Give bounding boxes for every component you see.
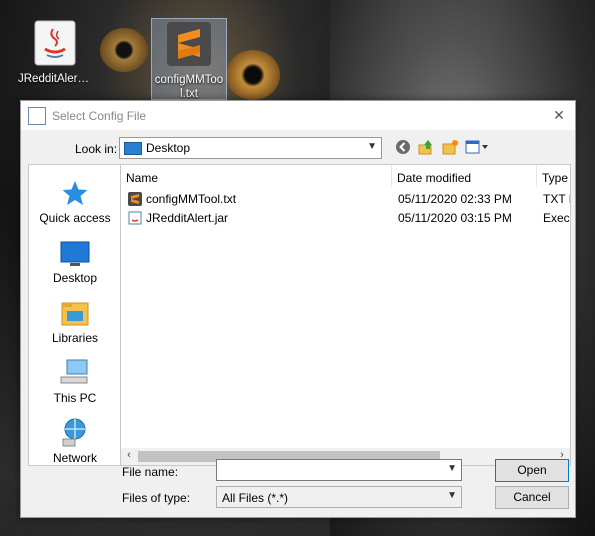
place-label: Libraries — [51, 331, 99, 345]
file-name: JRedditAlert.jar — [146, 211, 229, 225]
close-icon[interactable]: ✕ — [543, 107, 575, 124]
chevron-down-icon: ▼ — [367, 141, 377, 152]
wallpaper-eye-right — [226, 50, 280, 100]
column-header-date[interactable]: Date modified — [392, 165, 537, 187]
column-header-name[interactable]: Name — [121, 165, 392, 187]
file-chooser-dialog: Select Config File ✕ Look in: Desktop ▼ — [20, 100, 576, 518]
back-icon — [396, 140, 410, 154]
desktop-icon-label: configMMTool.txt — [154, 74, 224, 100]
files-of-type-value: All Files (*.*) — [222, 491, 289, 505]
view-menu-button[interactable] — [464, 137, 490, 157]
file-type: TXT F — [543, 192, 570, 206]
sublime-icon — [128, 192, 142, 209]
dialog-title: Select Config File — [52, 108, 147, 123]
view-menu-icon — [465, 140, 488, 154]
place-network[interactable]: Network — [29, 417, 121, 465]
look-in-label: Look in: — [75, 142, 118, 156]
file-type: Execu — [543, 211, 570, 225]
chevron-down-icon[interactable]: ▼ — [447, 463, 457, 474]
title-bar: Select Config File ✕ — [21, 101, 575, 130]
computer-icon — [60, 359, 88, 384]
desktop-icon — [60, 241, 90, 266]
up-folder-button[interactable] — [416, 137, 436, 157]
column-header-type[interactable]: Type — [537, 165, 570, 187]
network-icon — [62, 418, 86, 447]
up-folder-icon — [418, 140, 432, 155]
place-libraries[interactable]: Libraries — [29, 297, 121, 345]
libraries-icon — [61, 302, 89, 326]
places-bar: Quick access Desktop Libraries This PC N… — [28, 164, 121, 466]
desktop-icon-jredditalert[interactable]: JRedditAlert.jar — [18, 18, 92, 88]
back-button[interactable] — [393, 137, 413, 157]
look-in-row: Look in: Desktop ▼ — [21, 137, 575, 159]
open-button[interactable]: Open — [495, 459, 569, 482]
look-in-value: Desktop — [146, 141, 191, 155]
scroll-left-icon[interactable]: ‹ — [121, 449, 137, 464]
sublime-file-icon — [164, 19, 214, 69]
cancel-button[interactable]: Cancel — [495, 486, 569, 509]
new-folder-button[interactable] — [440, 137, 460, 157]
file-date: 05/11/2020 02:33 PM — [398, 192, 512, 206]
place-label: Network — [52, 451, 97, 465]
star-icon — [62, 181, 88, 205]
new-folder-icon — [442, 140, 458, 155]
file-date: 05/11/2020 03:15 PM — [398, 211, 512, 225]
place-quick-access[interactable]: Quick access — [29, 177, 121, 225]
look-in-combo[interactable]: Desktop ▼ — [119, 137, 382, 159]
wallpaper-eye-left — [100, 28, 148, 72]
java-app-icon — [28, 106, 46, 125]
chevron-down-icon: ▼ — [447, 490, 457, 501]
file-row[interactable]: JRedditAlert.jar 05/11/2020 03:15 PM Exe… — [121, 209, 570, 228]
file-name: configMMTool.txt — [146, 192, 237, 206]
place-label: This PC — [53, 391, 97, 405]
place-label: Quick access — [39, 211, 111, 225]
place-desktop[interactable]: Desktop — [29, 237, 121, 285]
files-of-type-select[interactable]: All Files (*.*) ▼ — [216, 486, 462, 508]
file-row[interactable]: configMMTool.txt 05/11/2020 02:33 PM TXT… — [121, 190, 570, 209]
file-name-field[interactable]: ▼ — [216, 459, 462, 481]
file-name-label: File name: — [122, 465, 179, 479]
java-icon — [128, 211, 142, 228]
desktop-icon-label: JRedditAlert.jar — [18, 73, 92, 85]
desktop-folder-icon — [124, 141, 142, 155]
java-file-icon — [30, 18, 80, 68]
place-label: Desktop — [52, 271, 98, 285]
place-this-pc[interactable]: This PC — [29, 357, 121, 405]
file-list: ⌃ Name Date modified Type configMMTool.t… — [120, 164, 571, 466]
desktop-icon-configmmtool[interactable]: configMMTool.txt — [151, 18, 227, 100]
files-of-type-label: Files of type: — [122, 491, 191, 505]
